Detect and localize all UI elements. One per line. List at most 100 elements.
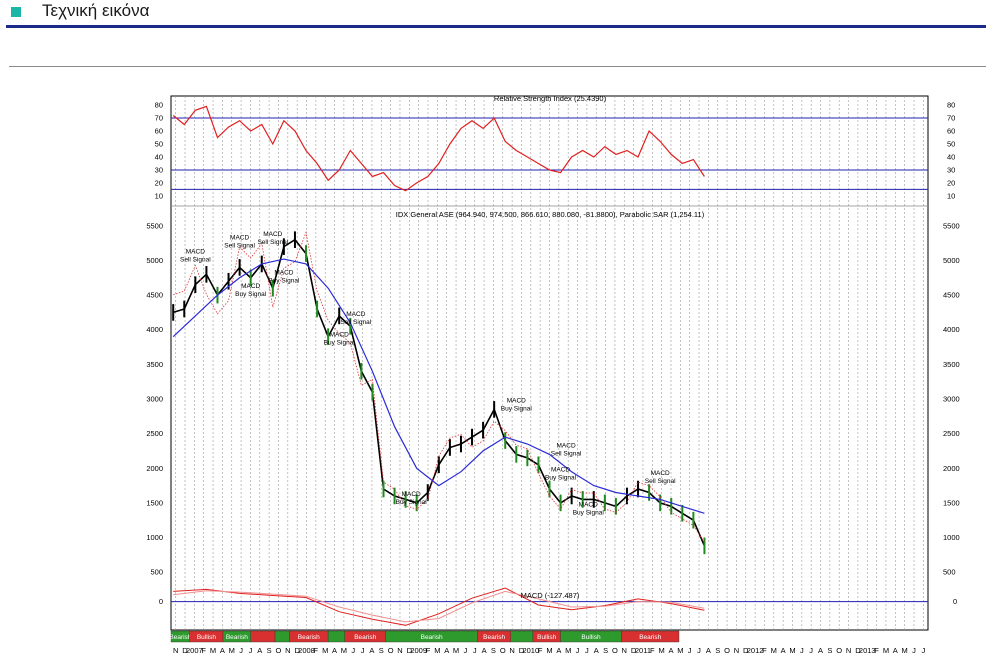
time-axis-label: J xyxy=(688,646,692,655)
macd-ytick-right: 0 xyxy=(953,597,957,606)
rsi-ytick-left: 20 xyxy=(155,178,163,187)
time-axis-label: 2011 xyxy=(635,646,651,655)
price-ytick-left: 500 xyxy=(150,568,163,577)
signal-annotation: Sell Signal xyxy=(180,257,211,264)
time-axis-label: M xyxy=(789,646,795,655)
time-axis-label: M xyxy=(210,646,216,655)
signal-annotation: MACD xyxy=(263,231,282,238)
time-axis-label: J xyxy=(800,646,804,655)
time-axis-label: 2013 xyxy=(859,646,876,655)
signal-annotation: MACD xyxy=(507,397,526,404)
signal-annotation: MACD xyxy=(346,311,365,318)
rsi-ytick-left: 60 xyxy=(155,127,163,136)
signal-annotation: MACD xyxy=(330,332,349,339)
time-axis-label: J xyxy=(697,646,701,655)
time-axis-label: J xyxy=(239,646,243,655)
time-axis-label: A xyxy=(444,646,449,655)
time-axis-label: 2012 xyxy=(747,646,764,655)
time-axis-label: M xyxy=(902,646,908,655)
rsi-ytick-left: 10 xyxy=(155,191,163,200)
time-axis-label: O xyxy=(388,646,394,655)
rsi-ytick-right: 40 xyxy=(947,152,955,161)
technical-chart: 80 8070 7060 6050 5040 4030 3020 2010 10Relative… xyxy=(146,94,960,655)
time-axis-label: S xyxy=(267,646,272,655)
time-axis-label: N xyxy=(846,646,851,655)
time-axis-label: A xyxy=(556,646,561,655)
time-axis-label: A xyxy=(706,646,711,655)
signal-annotation: Buy Signal xyxy=(501,405,533,412)
time-axis-label: A xyxy=(369,646,374,655)
price-ytick-left: 4000 xyxy=(146,325,163,334)
signal-annotation: Buy Signal xyxy=(573,509,605,516)
price-title: IDX General ASE (964.940, 974.500, 866.6… xyxy=(396,210,705,219)
price-ytick-right: 3500 xyxy=(943,360,960,369)
time-axis-label: J xyxy=(921,646,925,655)
price-ytick-right: 2500 xyxy=(943,429,960,438)
rsi-ytick-left: 80 xyxy=(155,101,163,110)
time-axis-label: F xyxy=(650,646,655,655)
time-axis-label: N xyxy=(285,646,290,655)
signal-annotation: Sell Signal xyxy=(645,478,676,485)
sentiment-band-label: Bullish xyxy=(197,634,217,641)
price-ytick-left: 5000 xyxy=(146,256,163,265)
time-axis-label: F xyxy=(201,646,206,655)
price-ytick-left: 1000 xyxy=(146,533,163,542)
sentiment-band-label: Bearish xyxy=(483,634,505,641)
time-axis-label: O xyxy=(276,646,282,655)
time-axis-label: J xyxy=(576,646,580,655)
time-axis-label: A xyxy=(257,646,262,655)
macd-series-line xyxy=(173,587,705,626)
time-axis-label: S xyxy=(491,646,496,655)
price-ytick-left: 5500 xyxy=(146,221,163,230)
time-axis-label: M xyxy=(322,646,328,655)
rsi-title: Relative Strength Index (25.4390) xyxy=(494,94,607,103)
signal-annotation: MACD xyxy=(579,501,598,508)
time-axis-label: O xyxy=(724,646,730,655)
time-axis-label: J xyxy=(351,646,355,655)
price-ytick-right: 1000 xyxy=(943,533,960,542)
sentiment-band-label: Bearish xyxy=(421,634,443,641)
time-axis-label: M xyxy=(659,646,665,655)
signal-annotation: Sell Signal xyxy=(224,243,255,250)
time-axis-label: J xyxy=(585,646,589,655)
time-axis-label: J xyxy=(361,646,365,655)
time-axis-label: A xyxy=(594,646,599,655)
sentiment-band-label: Bullish xyxy=(537,634,557,641)
time-axis-label: S xyxy=(603,646,608,655)
macd-series-line xyxy=(173,590,705,623)
signal-annotation: Sell Signal xyxy=(340,319,371,326)
signal-annotation: MACD xyxy=(241,283,260,290)
signal-annotation: Buy Signal xyxy=(235,291,267,298)
time-axis-label: M xyxy=(677,646,683,655)
price-ytick-left: 2500 xyxy=(146,429,163,438)
price-ytick-right: 4500 xyxy=(943,291,960,300)
time-axis-label: J xyxy=(464,646,468,655)
price-ytick-right: 2000 xyxy=(943,464,960,473)
signal-annotation: Buy Signal xyxy=(268,277,300,284)
time-axis-label: J xyxy=(912,646,916,655)
signal-annotation: Buy Signal xyxy=(545,475,577,482)
time-axis-label: N xyxy=(622,646,627,655)
price-ytick-right: 5500 xyxy=(943,221,960,230)
macd-ytick-left: 0 xyxy=(159,597,163,606)
rsi-ytick-right: 50 xyxy=(947,140,955,149)
price-ytick-left: 3000 xyxy=(146,395,163,404)
time-axis-label: A xyxy=(668,646,673,655)
rsi-ytick-left: 30 xyxy=(155,165,163,174)
rsi-ytick-right: 70 xyxy=(947,114,955,123)
rsi-ytick-left: 70 xyxy=(155,114,163,123)
time-axis-label: J xyxy=(249,646,253,655)
time-axis-label: M xyxy=(341,646,347,655)
price-ytick-right: 1500 xyxy=(943,498,960,507)
time-axis-label: O xyxy=(836,646,842,655)
signal-annotation: Buy Signal xyxy=(324,340,356,347)
time-axis-label: F xyxy=(762,646,767,655)
time-axis-label: M xyxy=(771,646,777,655)
price-ytick-left: 4500 xyxy=(146,291,163,300)
sentiment-band xyxy=(510,630,534,643)
time-axis-label: J xyxy=(473,646,477,655)
time-axis-label: A xyxy=(781,646,786,655)
rsi-ytick-right: 30 xyxy=(947,165,955,174)
price-ytick-right: 4000 xyxy=(943,325,960,334)
price-ytick-left: 1500 xyxy=(146,498,163,507)
